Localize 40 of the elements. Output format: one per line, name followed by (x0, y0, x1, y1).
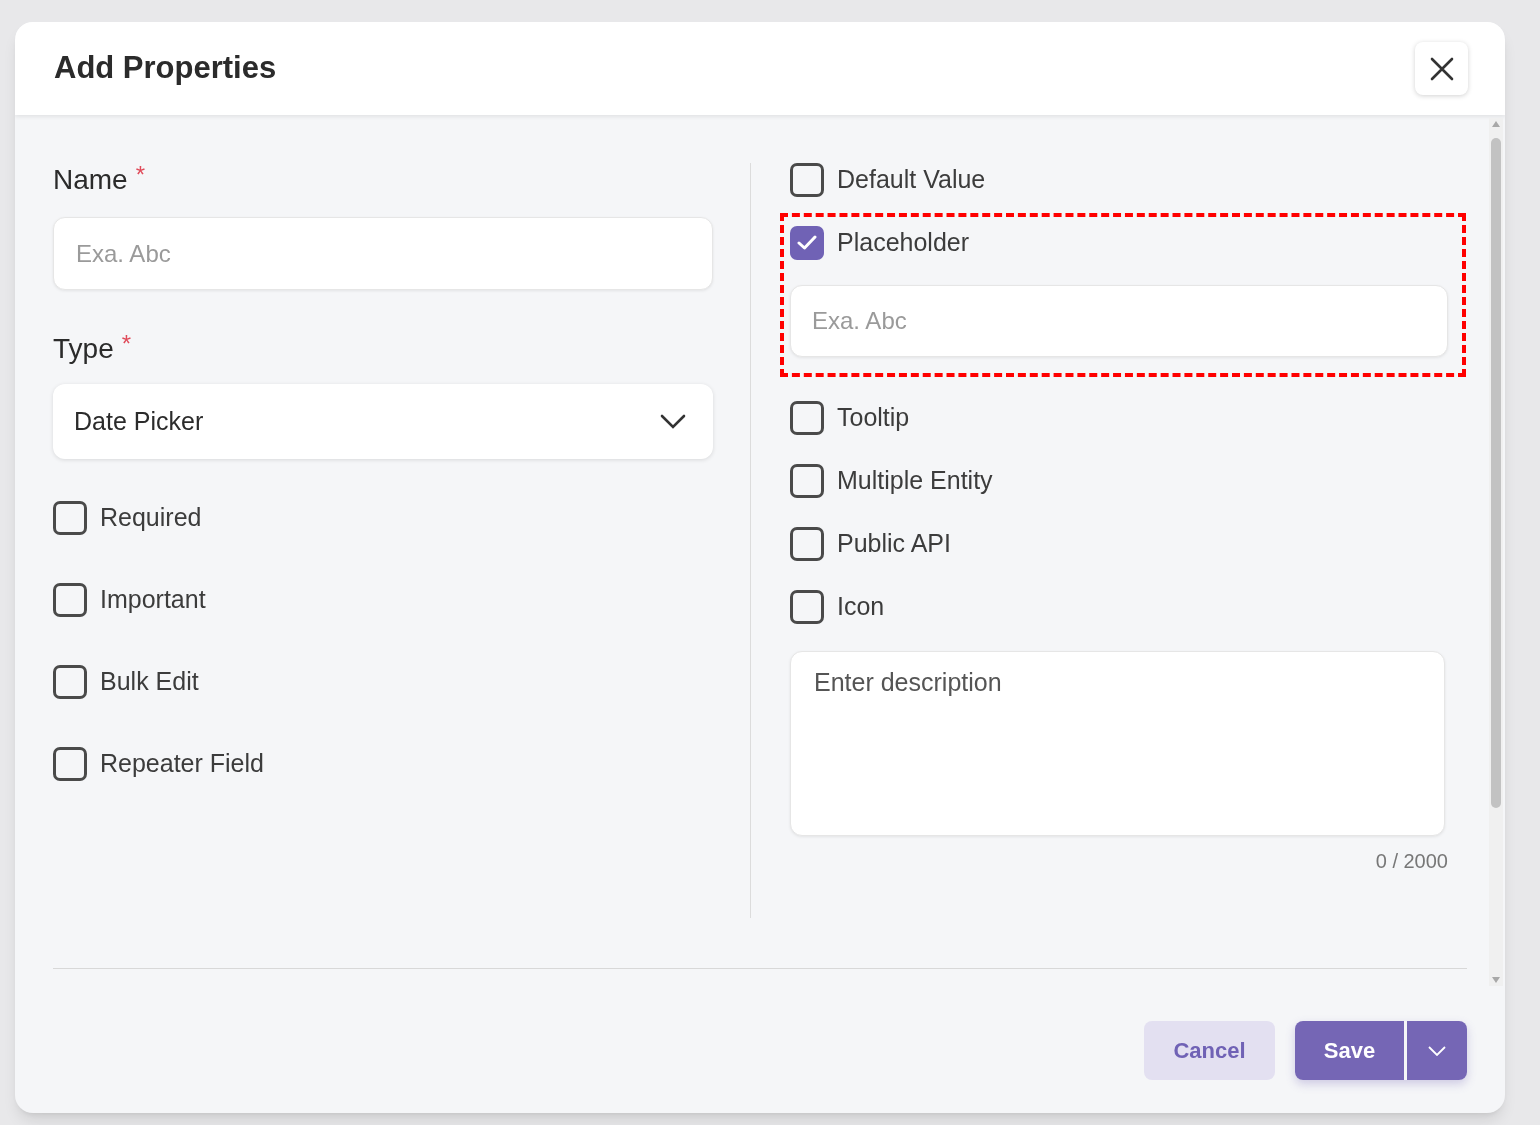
checkbox-label: Tooltip (837, 402, 910, 434)
checkbox[interactable] (53, 501, 87, 535)
checkbox-label: Bulk Edit (100, 666, 199, 698)
scrollbar-thumb[interactable] (1491, 138, 1501, 808)
checkbox[interactable] (790, 590, 824, 624)
checkbox[interactable] (790, 401, 824, 435)
field-label: Name (53, 163, 128, 197)
checkbox-label: Placeholder (837, 227, 970, 259)
placeholder-input[interactable]: Exa. Abc (790, 285, 1448, 357)
required-mark: * (121, 332, 132, 356)
checkbox[interactable] (790, 163, 824, 197)
close-button[interactable] (1415, 42, 1468, 95)
chevron-down-icon (660, 413, 686, 430)
checkbox-label: Repeater Field (100, 748, 264, 780)
checkbox[interactable] (790, 226, 824, 260)
cancel-button[interactable]: Cancel (1144, 1021, 1275, 1080)
checkbox[interactable] (53, 583, 87, 617)
save-button[interactable]: Save (1295, 1021, 1404, 1080)
checkbox[interactable] (790, 527, 824, 561)
type-dropdown[interactable]: Date Picker (53, 384, 713, 459)
check-icon (797, 235, 817, 251)
required-mark: * (135, 163, 146, 187)
checkbox-label: Multiple Entity (837, 465, 993, 497)
chevron-down-icon (1428, 1045, 1446, 1056)
description-textarea[interactable]: Enter description (790, 651, 1445, 836)
close-icon (1429, 56, 1454, 81)
checkbox-label: Required (100, 502, 202, 534)
checkbox[interactable] (53, 665, 87, 699)
character-counter: 0 / 2000 (1375, 849, 1448, 874)
dialog-title: Add Properties (54, 49, 277, 88)
checkbox-label: Important (100, 584, 206, 616)
checkbox-label: Default Value (837, 164, 986, 196)
scrollbar[interactable] (1489, 118, 1503, 986)
checkbox[interactable] (790, 464, 824, 498)
checkbox-label: Icon (837, 591, 885, 623)
field-label: Type (53, 332, 114, 366)
checkbox[interactable] (53, 747, 87, 781)
checkbox-label: Public API (837, 528, 951, 560)
name-input[interactable]: Exa. Abc (53, 217, 713, 290)
dropdown-value: Date Picker (74, 405, 204, 437)
